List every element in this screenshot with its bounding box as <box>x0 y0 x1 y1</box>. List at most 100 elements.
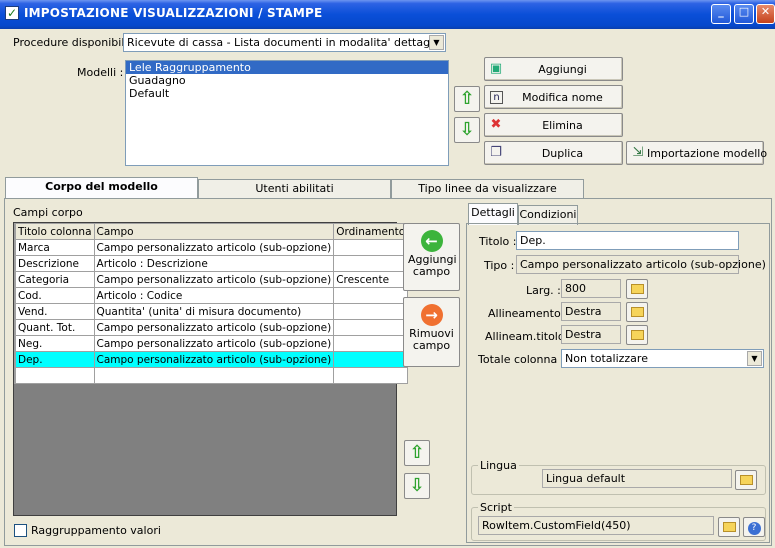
cell[interactable]: Quantita' (unita' di misura documento) <box>93 303 335 320</box>
modelli-item[interactable]: Guadagno <box>126 74 448 87</box>
larg-label: Larg. : <box>526 284 561 297</box>
cell[interactable] <box>333 319 409 336</box>
procedure-select[interactable]: Ricevute di cassa - Lista documenti in m… <box>123 33 446 52</box>
modelli-item[interactable]: Default <box>126 87 448 100</box>
table-row[interactable]: Cod. Articolo : Codice <box>14 287 409 304</box>
cell[interactable]: Dep. <box>15 351 95 368</box>
column-header[interactable]: Titolo colonna <box>15 223 95 240</box>
allineam-titolo-field: Destra <box>561 325 621 344</box>
cell[interactable]: Campo personalizzato articolo (sub-opzio… <box>93 351 335 368</box>
cell[interactable] <box>15 367 95 384</box>
tab-dettagli[interactable]: Dettagli <box>468 203 518 225</box>
table-row[interactable]: Categoria Campo personalizzato articolo (… <box>14 271 409 288</box>
column-header[interactable]: Ordinamento <box>333 223 409 240</box>
cell[interactable] <box>333 255 409 272</box>
cell[interactable]: Categoria <box>15 271 95 288</box>
raggruppamento-label: Raggruppamento valori <box>31 524 161 537</box>
modifica-nome-label: Modifica nome <box>522 91 603 104</box>
elimina-label: Elimina <box>542 119 583 132</box>
aggiungi-campo-button[interactable]: ← Aggiungi campo <box>403 223 460 291</box>
folder-icon <box>630 330 644 340</box>
modelli-label: Modelli : <box>77 66 124 79</box>
chevron-down-icon[interactable]: ▼ <box>429 35 444 50</box>
titolo-input[interactable]: Dep. <box>516 231 739 250</box>
allineamento-folder-button[interactable] <box>626 302 648 322</box>
main-window: ✓ IMPOSTAZIONE VISUALIZZAZIONI / STAMPE … <box>0 0 775 548</box>
tipo-field: Campo personalizzato articolo (sub-opzio… <box>516 255 766 274</box>
close-button[interactable]: ✕ <box>756 4 775 24</box>
cell[interactable]: Campo personalizzato articolo (sub-opzio… <box>93 319 335 336</box>
allineam-titolo-folder-button[interactable] <box>626 325 648 345</box>
table-row[interactable]: Descrizione Articolo : Descrizione <box>14 255 409 272</box>
campi-corpo-grid[interactable]: Titolo colonna Campo Ordinamento Marca Ca… <box>13 222 409 516</box>
elimina-button[interactable]: ✖ Elimina <box>484 113 623 137</box>
totale-colonna-select[interactable]: Non totalizzare ▼ <box>561 349 764 368</box>
cell[interactable]: Crescente <box>333 271 409 288</box>
table-row[interactable]: Marca Campo personalizzato articolo (sub-… <box>14 239 409 256</box>
script-help-button[interactable]: ? <box>743 517 765 537</box>
folder-icon <box>630 284 644 294</box>
tab-utenti-abilitati[interactable]: Utenti abilitati <box>198 179 391 199</box>
cell[interactable]: Cod. <box>15 287 95 304</box>
maximize-button[interactable]: □ <box>734 4 754 24</box>
rimuovi-campo-button[interactable]: → Rimuovi campo <box>403 297 460 367</box>
importazione-label: Importazione modello <box>647 147 768 160</box>
cell[interactable] <box>333 303 409 320</box>
cell[interactable] <box>333 239 409 256</box>
aggiungi-campo-label: Aggiungi campo <box>408 253 457 278</box>
modifica-nome-button[interactable]: n Modifica nome <box>484 85 623 109</box>
totale-colonna-value: Non totalizzare <box>565 352 648 365</box>
table-row[interactable]: Neg. Campo personalizzato articolo (sub-o… <box>14 335 409 352</box>
cell[interactable] <box>333 351 409 368</box>
importazione-modello-button[interactable]: ⇲ Importazione modello <box>626 141 768 165</box>
larg-folder-button[interactable] <box>626 279 648 299</box>
cell[interactable] <box>93 367 335 384</box>
table-row-new[interactable] <box>14 367 409 384</box>
cell[interactable]: Marca <box>15 239 95 256</box>
cell[interactable]: Campo personalizzato articolo (sub-opzio… <box>93 239 335 256</box>
cell[interactable]: Articolo : Descrizione <box>93 255 335 272</box>
cell[interactable]: Campo personalizzato articolo (sub-opzio… <box>93 271 335 288</box>
folder-icon <box>722 522 736 532</box>
cell[interactable] <box>333 367 409 384</box>
cell[interactable]: Neg. <box>15 335 95 352</box>
tab-condizioni[interactable]: Condizioni <box>518 205 578 225</box>
larg-field: 800 <box>561 279 621 298</box>
totale-colonna-label: Totale colonna : <box>478 353 565 366</box>
move-field-up-button[interactable]: ⇧ <box>404 440 430 466</box>
duplica-button[interactable]: ❐ Duplica <box>484 141 623 165</box>
tab-corpo-del-modello[interactable]: Corpo del modello <box>5 177 198 199</box>
table-row[interactable]: Quant. Tot. Campo personalizzato articolo… <box>14 319 409 336</box>
script-field: RowItem.CustomField(450) <box>478 516 714 535</box>
cell[interactable] <box>333 287 409 304</box>
raggruppamento-checkbox[interactable] <box>14 524 27 537</box>
chevron-down-icon[interactable]: ▼ <box>747 351 762 366</box>
lingua-folder-button[interactable] <box>735 470 757 490</box>
title-bar: ✓ IMPOSTAZIONE VISUALIZZAZIONI / STAMPE … <box>0 0 775 29</box>
arrow-right-icon: → <box>420 304 443 326</box>
allineamento-field: Destra <box>561 302 621 321</box>
cell[interactable]: Vend. <box>15 303 95 320</box>
add-model-icon: ▣ <box>489 61 503 76</box>
tab-tipo-linee[interactable]: Tipo linee da visualizzare <box>391 179 584 199</box>
cell[interactable]: Articolo : Codice <box>93 287 335 304</box>
column-header[interactable]: Campo <box>93 223 335 240</box>
move-model-down-button[interactable]: ⇩ <box>454 117 480 143</box>
cell[interactable] <box>333 335 409 352</box>
table-row-selected[interactable]: Dep. Campo personalizzato articolo (sub-o… <box>14 351 409 368</box>
cell[interactable]: Campo personalizzato articolo (sub-opzio… <box>93 335 335 352</box>
procedure-value: Ricevute di cassa - Lista documenti in m… <box>127 36 443 49</box>
duplicate-icon: ❐ <box>490 145 502 160</box>
import-icon: ⇲ <box>632 145 644 160</box>
move-field-down-button[interactable]: ⇩ <box>404 473 430 499</box>
script-folder-button[interactable] <box>718 517 740 537</box>
modelli-item[interactable]: Lele Raggruppamento <box>126 61 448 74</box>
minimize-button[interactable]: _ <box>711 4 731 24</box>
cell[interactable]: Descrizione <box>15 255 95 272</box>
cell[interactable]: Quant. Tot. <box>15 319 95 336</box>
aggiungi-button[interactable]: ▣ Aggiungi <box>484 57 623 81</box>
move-model-up-button[interactable]: ⇧ <box>454 86 480 112</box>
modelli-list[interactable]: Lele Raggruppamento Guadagno Default <box>125 60 449 166</box>
table-row[interactable]: Vend. Quantita' (unita' di misura documen… <box>14 303 409 320</box>
lingua-group-title: Lingua <box>478 459 519 472</box>
